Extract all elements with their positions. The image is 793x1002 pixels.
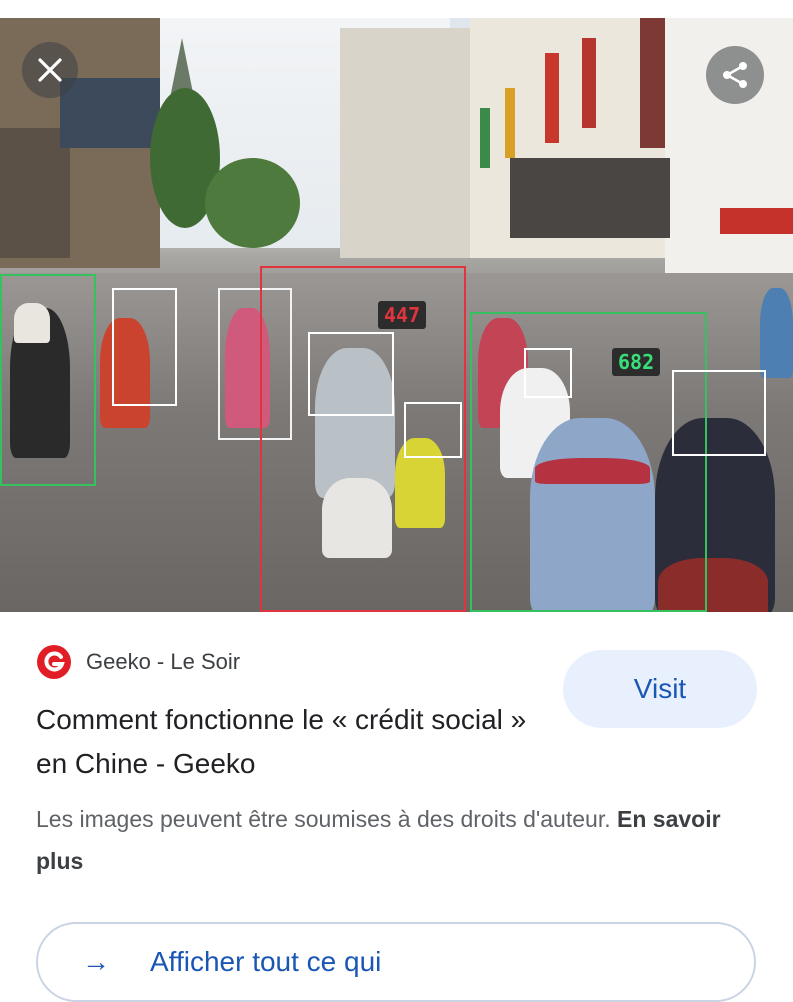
detection-box xyxy=(112,288,177,406)
face-box xyxy=(524,348,572,398)
building-right-far xyxy=(340,28,470,258)
banner xyxy=(545,53,559,143)
visit-button[interactable]: Visit xyxy=(563,650,757,728)
tree xyxy=(205,158,300,248)
building-left-window xyxy=(60,78,160,148)
store-sign xyxy=(720,208,793,234)
banner xyxy=(480,108,490,168)
face-box xyxy=(404,402,462,458)
close-button[interactable] xyxy=(22,42,78,98)
result-title[interactable]: Comment fonctionne le « crédit social » … xyxy=(36,698,536,786)
banner xyxy=(582,38,596,128)
banner xyxy=(505,88,515,158)
storefront xyxy=(510,158,670,238)
share-button[interactable] xyxy=(706,46,764,104)
source-row[interactable]: Geeko - Le Soir xyxy=(36,644,240,680)
score-tag: 447 xyxy=(378,301,427,329)
copyright-notice: Les images peuvent être soumises à des d… xyxy=(36,798,756,882)
result-image[interactable]: 447 682 xyxy=(0,18,793,612)
show-all-button[interactable]: → Afficher tout ce qui xyxy=(36,922,756,1002)
source-name: Geeko - Le Soir xyxy=(86,649,241,674)
detection-box xyxy=(470,312,707,612)
face-box xyxy=(672,370,766,456)
face-box xyxy=(308,332,394,416)
close-icon xyxy=(38,58,62,82)
share-icon xyxy=(723,62,747,88)
detection-box xyxy=(0,274,96,486)
score-tag: 682 xyxy=(612,348,661,376)
copyright-text: Les images peuvent être soumises à des d… xyxy=(36,806,611,832)
geeko-logo-icon xyxy=(37,645,71,679)
arrow-right-icon: → xyxy=(82,946,110,977)
person xyxy=(760,288,793,378)
show-all-label: Afficher tout ce qui xyxy=(150,946,382,977)
